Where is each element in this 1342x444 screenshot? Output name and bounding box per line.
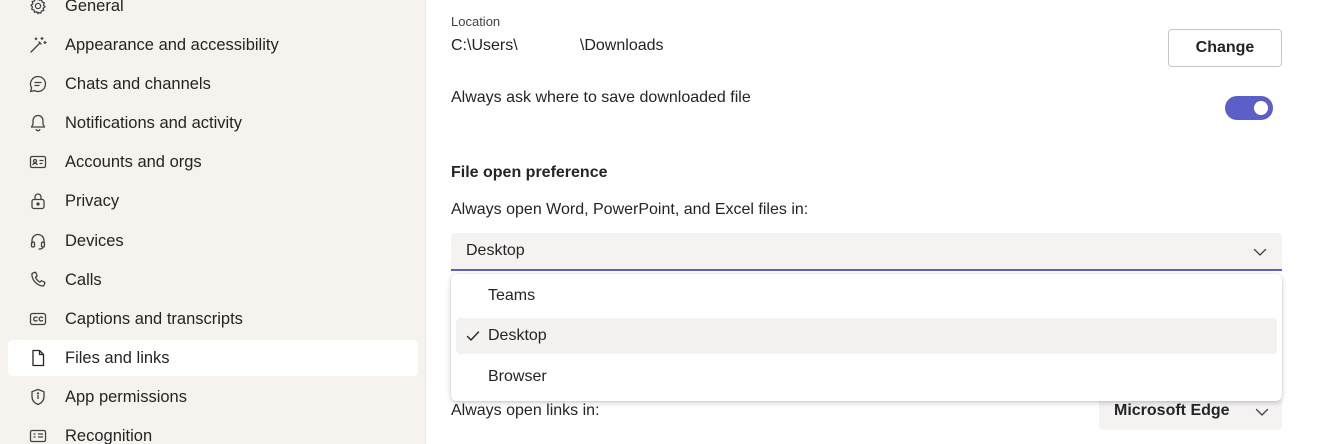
change-location-button[interactable]: Change [1168,29,1282,67]
settings-sidebar: General Appearance and accessibility Cha… [0,0,426,444]
always-ask-label: Always ask where to save downloaded file [451,89,751,106]
option-label: Teams [488,287,536,304]
open-files-in-label: Always open Word, PowerPoint, and Excel … [451,201,809,218]
location-path: C:\Users\ \Downloads [451,37,664,54]
option-label: Browser [488,368,547,385]
location-label: Location [451,14,501,29]
sidebar-item-notifications[interactable]: Notifications and activity [8,105,418,141]
sidebar-item-privacy[interactable]: Privacy [8,183,418,219]
document-icon [27,347,49,369]
sidebar-item-calls[interactable]: Calls [8,262,418,298]
sidebar-item-label: Recognition [65,426,153,444]
sidebar-item-label: Chats and channels [65,74,211,93]
file-open-preference-heading: File open preference [451,164,608,181]
shield-icon [27,386,49,408]
option-desktop[interactable]: Desktop [456,318,1277,354]
recognition-icon [27,425,49,444]
sidebar-item-label: Files and links [65,348,170,367]
sidebar-item-appearance[interactable]: Appearance and accessibility [8,27,418,63]
always-ask-toggle[interactable] [1225,96,1273,120]
sidebar-item-label: Appearance and accessibility [65,35,279,54]
sidebar-item-label: Accounts and orgs [65,152,202,171]
files-and-links-settings: Location C:\Users\ \Downloads Change Alw… [427,0,1342,444]
settings-window: General Appearance and accessibility Cha… [0,0,1342,444]
sidebar-item-files-and-links[interactable]: Files and links [8,340,418,376]
gear-icon [27,0,49,17]
closed-caption-icon [27,308,49,330]
sidebar-item-devices[interactable]: Devices [8,223,418,259]
checkmark-icon [466,331,480,341]
dropdown-selected-value: Microsoft Edge [1114,402,1230,419]
sidebar-item-label: Devices [65,231,124,250]
option-label: Desktop [488,327,547,344]
dropdown-selected-value: Desktop [466,242,525,259]
sidebar-item-app-permissions[interactable]: App permissions [8,379,418,415]
sidebar-item-label: Calls [65,270,102,289]
lock-icon [27,190,49,212]
sidebar-item-general[interactable]: General [8,0,418,24]
sidebar-item-label: App permissions [65,387,187,406]
sidebar-item-label: Captions and transcripts [65,309,243,328]
sidebar-item-label: General [65,0,124,15]
id-card-icon [27,151,49,173]
sidebar-item-label: Privacy [65,191,120,210]
chevron-down-icon [1255,408,1269,416]
option-teams[interactable]: Teams [456,278,1277,314]
chevron-down-icon [1253,248,1267,256]
sidebar-item-accounts[interactable]: Accounts and orgs [8,144,418,180]
sidebar-item-label: Notifications and activity [65,113,242,132]
sidebar-item-recognition[interactable]: Recognition [8,418,418,444]
sidebar-item-chats[interactable]: Chats and channels [8,66,418,102]
chat-icon [27,73,49,95]
open-files-in-listbox: Teams Desktop Browser [451,274,1282,401]
open-files-in-dropdown[interactable]: Desktop [451,233,1282,271]
bell-icon [27,112,49,134]
option-browser[interactable]: Browser [456,359,1277,395]
sidebar-item-captions[interactable]: Captions and transcripts [8,301,418,337]
toggle-knob [1254,101,1268,115]
open-links-in-label: Always open links in: [451,402,600,419]
phone-icon [27,269,49,291]
headset-icon [27,230,49,252]
magic-wand-icon [27,34,49,56]
